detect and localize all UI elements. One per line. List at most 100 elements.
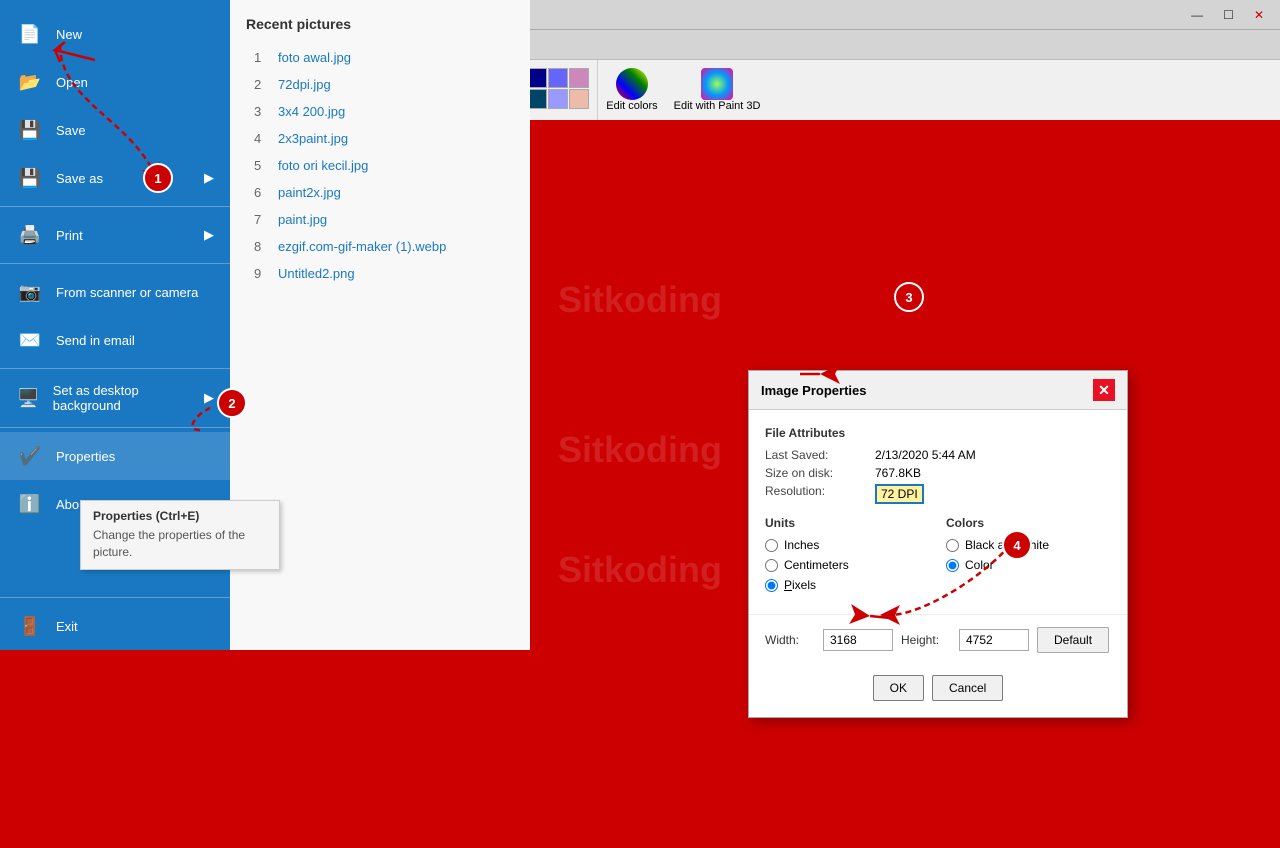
size-disk-row: Size on disk: 767.8KB: [765, 466, 1111, 480]
edit-paint3d-icon: [701, 68, 733, 100]
menu-item-properties[interactable]: ✔️ Properties: [0, 432, 230, 480]
menu-item-exit[interactable]: 🚪 Exit: [0, 602, 230, 650]
exit-icon: 🚪: [16, 612, 44, 640]
recent-item-6[interactable]: 6 paint2x.jpg: [246, 179, 514, 206]
recent-item-9[interactable]: 9 Untitled2.png: [246, 260, 514, 287]
height-label: Height:: [901, 633, 951, 647]
colors-section: Colors Black and white Color: [946, 516, 1111, 598]
new-icon: 📄: [16, 20, 44, 48]
recent-item-7[interactable]: 7 paint.jpg: [246, 206, 514, 233]
swatch[interactable]: [527, 68, 547, 88]
menu-item-save[interactable]: 💾 Save: [0, 106, 230, 154]
divider4: [0, 427, 230, 428]
recent-file-3: 3x4 200.jpg: [278, 104, 345, 119]
menu-item-scanner[interactable]: 📷 From scanner or camera: [0, 268, 230, 316]
menu-item-desktop[interactable]: 🖥️ Set as desktop background ▶: [0, 373, 230, 423]
units-section: Units Inches Centimeters Pixels: [765, 516, 930, 598]
recent-file-5: foto ori kecil.jpg: [278, 158, 368, 173]
exit-label: Exit: [56, 619, 78, 634]
dialog-dimensions: Width: Height: Default: [749, 614, 1127, 665]
resolution-row: Resolution: 72 DPI: [765, 484, 1111, 504]
pixels-underline-label: P: [784, 578, 792, 592]
width-input[interactable]: [823, 629, 893, 651]
print-icon: 🖨️: [16, 221, 44, 249]
properties-tooltip: Properties (Ctrl+E) Change the propertie…: [80, 500, 280, 570]
edit-colors-icon: [616, 68, 648, 100]
units-centimeters-radio[interactable]: [765, 559, 778, 572]
recent-num-7: 7: [254, 212, 270, 227]
menu-item-save-as[interactable]: 💾 Save as ▶: [0, 154, 230, 202]
desktop-arrow: ▶: [204, 390, 214, 406]
dialog-box: Image Properties ✕ File Attributes Last …: [748, 370, 1128, 718]
default-button[interactable]: Default: [1037, 627, 1109, 653]
recent-file-9: Untitled2.png: [278, 266, 355, 281]
size-disk-label: Size on disk:: [765, 466, 875, 480]
size-disk-value: 767.8KB: [875, 466, 921, 480]
file-attributes-title: File Attributes: [765, 426, 1111, 440]
properties-label: Properties: [56, 449, 115, 464]
tooltip-title: Properties (Ctrl+E): [93, 509, 267, 523]
divider5: [0, 597, 230, 598]
colors-bw-radio[interactable]: [946, 539, 959, 552]
save-as-label: Save as: [56, 171, 103, 186]
recent-item-4[interactable]: 4 2x3paint.jpg: [246, 125, 514, 152]
recent-file-6: paint2x.jpg: [278, 185, 341, 200]
cancel-button[interactable]: Cancel: [932, 675, 1003, 701]
height-input[interactable]: [959, 629, 1029, 651]
units-title: Units: [765, 516, 930, 530]
recent-num-1: 1: [254, 50, 270, 65]
email-label: Send in email: [56, 333, 135, 348]
dialog-close-button[interactable]: ✕: [1093, 379, 1115, 401]
recent-file-8: ezgif.com-gif-maker (1).webp: [278, 239, 446, 254]
scanner-icon: 📷: [16, 278, 44, 306]
recent-item-8[interactable]: 8 ezgif.com-gif-maker (1).webp: [246, 233, 514, 260]
save-label: Save: [56, 123, 86, 138]
menu-item-new[interactable]: 📄 New: [0, 10, 230, 58]
colors-title: Colors: [946, 516, 1111, 530]
edit-colors-label: Edit colors: [606, 100, 657, 112]
units-inches-label: Inches: [784, 538, 819, 552]
last-saved-label: Last Saved:: [765, 448, 875, 462]
menu-item-open[interactable]: 📂 Open: [0, 58, 230, 106]
print-arrow: ▶: [204, 227, 214, 243]
recent-item-5[interactable]: 5 foto ori kecil.jpg: [246, 152, 514, 179]
ok-button[interactable]: OK: [873, 675, 924, 701]
save-as-icon: 💾: [16, 164, 44, 192]
file-menu-top: 📄 New 📂 Open 💾 Save 💾 Save as ▶ 🖨️ Print…: [0, 0, 230, 538]
recent-num-9: 9: [254, 266, 270, 281]
recent-item-1[interactable]: 1 foto awal.jpg: [246, 44, 514, 71]
dialog-title: Image Properties: [761, 383, 867, 398]
new-label: New: [56, 27, 82, 42]
scanner-label: From scanner or camera: [56, 285, 198, 300]
units-pixels-row: Pixels: [765, 578, 930, 592]
menu-item-email[interactable]: ✉️ Send in email: [0, 316, 230, 364]
colors-bw-label: Black and white: [965, 538, 1049, 552]
units-inches-radio[interactable]: [765, 539, 778, 552]
save-as-arrow: ▶: [204, 170, 214, 186]
recent-num-2: 2: [254, 77, 270, 92]
units-pixels-radio[interactable]: [765, 579, 778, 592]
desktop-label: Set as desktop background: [53, 383, 192, 413]
last-saved-row: Last Saved: 2/13/2020 5:44 AM: [765, 448, 1111, 462]
recent-file-1: foto awal.jpg: [278, 50, 351, 65]
colors-color-radio[interactable]: [946, 559, 959, 572]
swatch[interactable]: [548, 68, 568, 88]
units-centimeters-label: Centimeters: [784, 558, 849, 572]
recent-num-5: 5: [254, 158, 270, 173]
colors-bw-row: Black and white: [946, 538, 1111, 552]
recent-file-2: 72dpi.jpg: [278, 77, 331, 92]
swatch[interactable]: [548, 89, 568, 109]
image-properties-dialog: Image Properties ✕ File Attributes Last …: [548, 240, 1128, 848]
recent-file-7: paint.jpg: [278, 212, 327, 227]
menu-item-print[interactable]: 🖨️ Print ▶: [0, 211, 230, 259]
properties-icon: ✔️: [16, 442, 44, 470]
swatch[interactable]: [569, 89, 589, 109]
save-icon: 💾: [16, 116, 44, 144]
recent-item-3[interactable]: 3 3x4 200.jpg: [246, 98, 514, 125]
divider3: [0, 368, 230, 369]
swatch[interactable]: [527, 89, 547, 109]
recent-num-4: 4: [254, 131, 270, 146]
recent-item-2[interactable]: 2 72dpi.jpg: [246, 71, 514, 98]
swatch[interactable]: [569, 68, 589, 88]
open-label: Open: [56, 75, 88, 90]
